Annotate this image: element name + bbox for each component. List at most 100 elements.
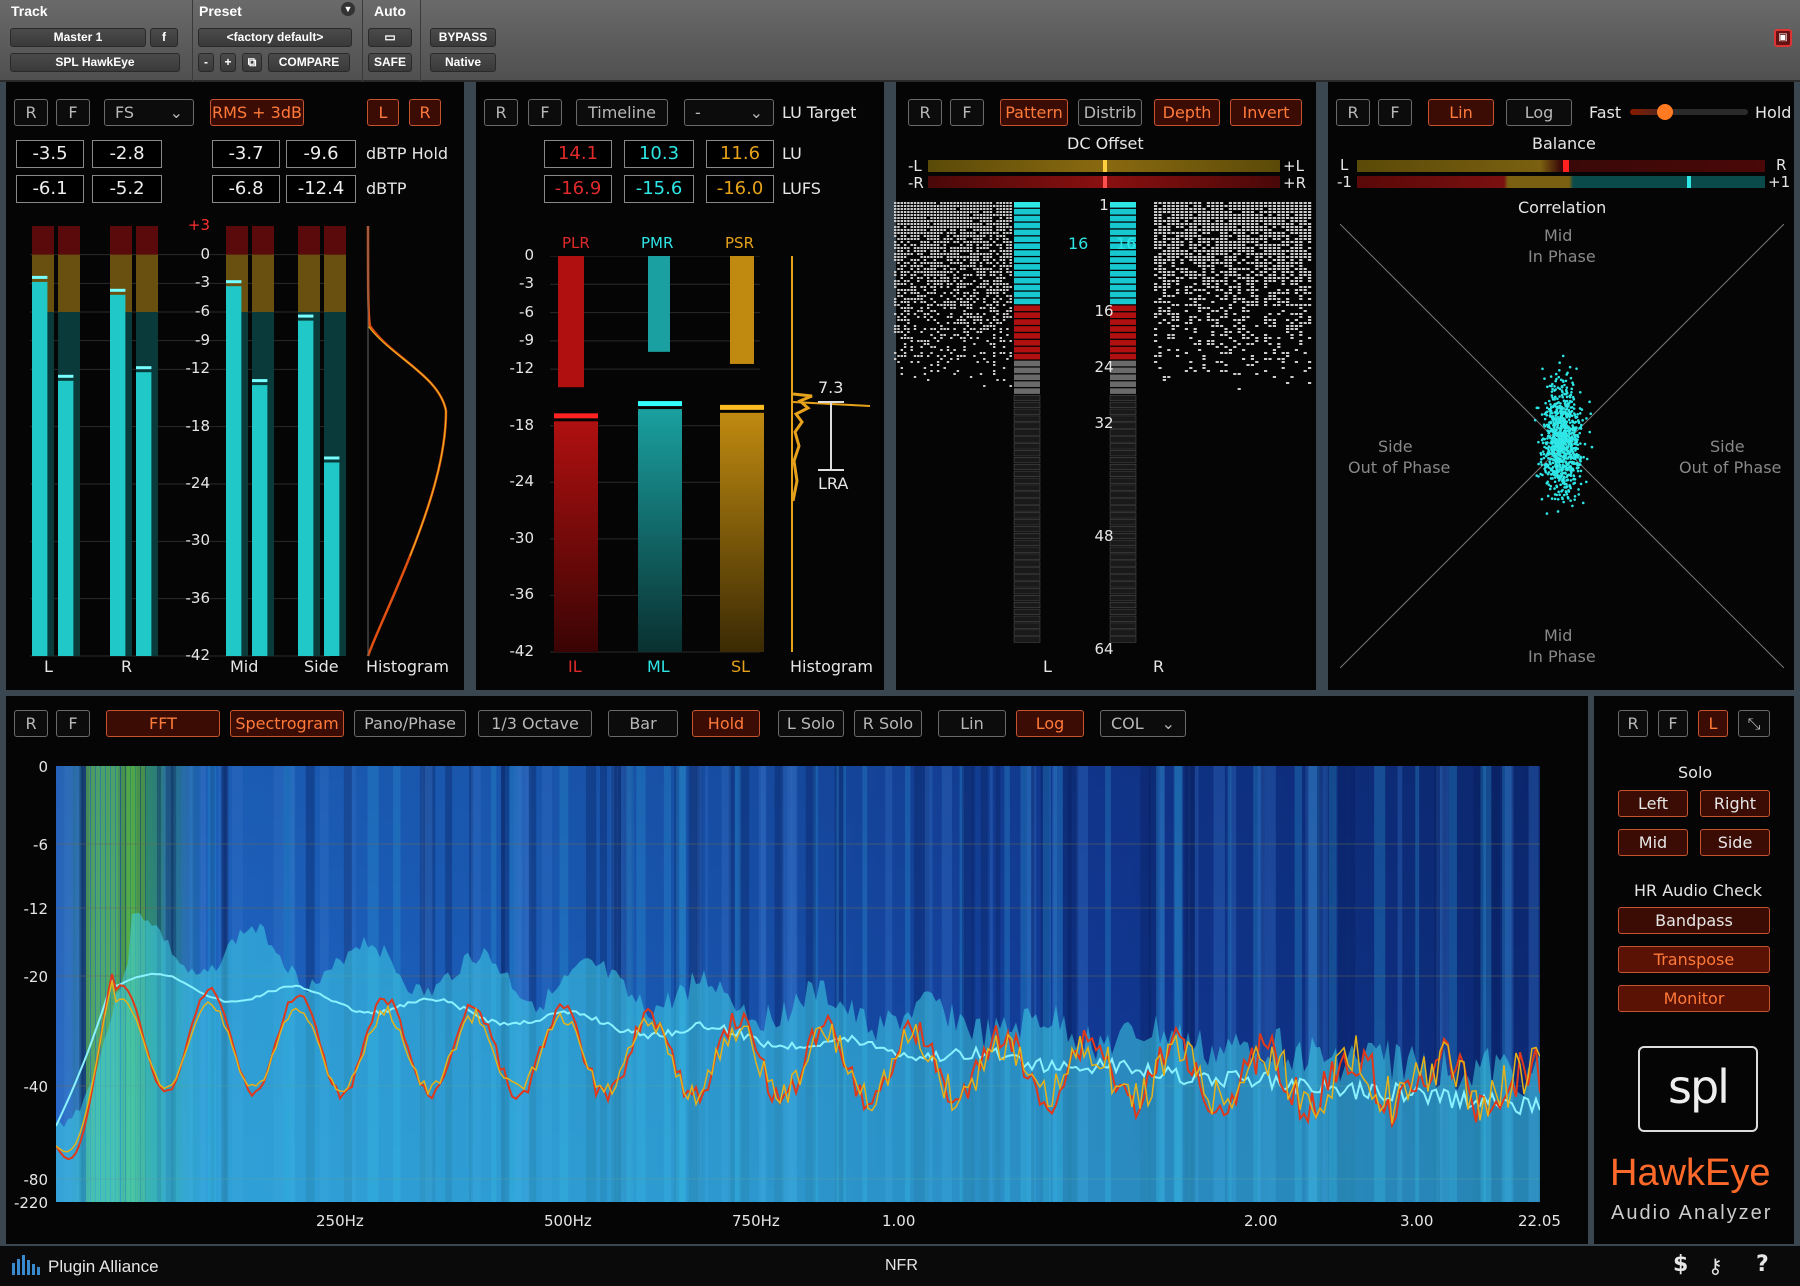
spec-lin-button[interactable]: Lin xyxy=(938,710,1006,737)
preset-menu-icon[interactable]: ▼ xyxy=(341,2,355,16)
chevron-down-icon: ⌄ xyxy=(169,103,183,122)
bandpass-button[interactable]: Bandpass xyxy=(1618,907,1770,934)
spec-log-button[interactable]: Log xyxy=(1016,710,1084,737)
spec-f-button[interactable]: F xyxy=(56,710,90,737)
level-l-button[interactable]: L xyxy=(367,99,399,126)
balance-r: R xyxy=(1776,156,1787,174)
hold-side: -9.6 xyxy=(286,140,356,168)
dc-r-plus: +R xyxy=(1283,174,1306,192)
rms-button[interactable]: RMS + 3dB xyxy=(210,99,304,126)
monitor-button[interactable]: Monitor xyxy=(1618,985,1770,1012)
solo-right-button[interactable]: Right xyxy=(1700,790,1770,817)
speed-slider[interactable] xyxy=(1630,104,1748,120)
dbtp-l: -6.1 xyxy=(16,175,84,203)
bit-cell xyxy=(1110,388,1136,394)
hold-button[interactable]: Hold xyxy=(692,710,760,737)
safe-button[interactable]: SAFE xyxy=(368,53,412,72)
bit-cell xyxy=(1013,450,1041,457)
l-solo-button[interactable]: L Solo xyxy=(778,710,844,737)
r-solo-button[interactable]: R Solo xyxy=(854,710,922,737)
auto-icon[interactable]: ▭ xyxy=(368,28,412,47)
compare-button[interactable]: COMPARE xyxy=(268,53,350,72)
auto-label: Auto xyxy=(374,3,406,19)
ml-label: ML xyxy=(647,657,670,676)
bit-cell xyxy=(1014,346,1040,353)
level-scale-tick: -18 xyxy=(185,416,211,435)
il-label: IL xyxy=(568,657,582,676)
key-icon[interactable]: ⚷ xyxy=(1708,1254,1723,1278)
loud-r-button[interactable]: R xyxy=(484,99,518,126)
side-r-button[interactable]: R xyxy=(1618,710,1648,737)
window-icon[interactable]: ▣ xyxy=(1774,29,1792,47)
bar-button[interactable]: Bar xyxy=(608,710,678,737)
solo-side-button[interactable]: Side xyxy=(1700,829,1770,856)
lin-button[interactable]: Lin xyxy=(1428,99,1494,126)
bit-cell xyxy=(1013,546,1041,553)
lu-target-dropdown[interactable]: - ⌄ xyxy=(684,99,774,126)
bypass-button[interactable]: BYPASS xyxy=(430,28,496,47)
loud-f-button[interactable]: F xyxy=(528,99,562,126)
plugin-select[interactable]: SPL HawkEye xyxy=(10,53,180,72)
pano-phase-button[interactable]: Pano/Phase xyxy=(354,710,466,737)
bit-cell xyxy=(1110,215,1136,222)
side-l-button[interactable]: L xyxy=(1698,710,1728,737)
dbtp-mid: -6.8 xyxy=(212,175,280,203)
depth-button[interactable]: Depth xyxy=(1154,99,1220,126)
bits-r-button[interactable]: R xyxy=(908,99,942,126)
copy-icon[interactable]: ⧉ xyxy=(242,53,262,72)
track-select[interactable]: Master 1 xyxy=(10,28,146,47)
bit-cell xyxy=(1013,394,1041,402)
spec-r-button[interactable]: R xyxy=(14,710,48,737)
distrib-button[interactable]: Distrib xyxy=(1078,99,1142,126)
bit-cell xyxy=(1109,401,1137,408)
phase-r-button[interactable]: R xyxy=(1336,99,1370,126)
preset-select[interactable]: <factory default> xyxy=(198,28,352,47)
native-button[interactable]: Native xyxy=(430,53,496,72)
bit-cell xyxy=(1109,608,1137,615)
bits-f-button[interactable]: F xyxy=(950,99,984,126)
invert-button[interactable]: Invert xyxy=(1230,99,1302,126)
octave-button[interactable]: 1/3 Octave xyxy=(478,710,592,737)
transpose-button[interactable]: Transpose xyxy=(1618,946,1770,973)
bit-cell xyxy=(1014,367,1040,374)
bit-cell xyxy=(1109,567,1137,574)
log-button[interactable]: Log xyxy=(1506,99,1572,126)
dollar-icon[interactable]: $ xyxy=(1673,1252,1688,1277)
bit-cell xyxy=(1109,560,1137,567)
spectrum-y-tick: -12 xyxy=(23,900,49,918)
solo-mid-button[interactable]: Mid xyxy=(1618,829,1688,856)
bit-cell xyxy=(1110,284,1136,291)
spectrogram-button[interactable]: Spectrogram xyxy=(230,710,344,737)
preset-next-button[interactable]: + xyxy=(220,53,236,72)
help-icon[interactable]: ? xyxy=(1756,1252,1769,1277)
solo-left-button[interactable]: Left xyxy=(1618,790,1688,817)
dc-offset-r-bar xyxy=(928,176,1280,188)
level-r-button[interactable]: R xyxy=(14,99,48,126)
bit-cell xyxy=(1013,601,1041,609)
chevron-down-icon: ⌄ xyxy=(1161,714,1175,733)
lufs-sl: -16.0 xyxy=(706,175,774,203)
meter-amber-zone xyxy=(324,254,346,312)
pattern-button[interactable]: Pattern xyxy=(1000,99,1068,126)
track-f-button[interactable]: f xyxy=(150,28,178,47)
level-f-button[interactable]: F xyxy=(56,99,90,126)
bit-cell xyxy=(1014,271,1040,277)
il-bar xyxy=(554,421,598,652)
side-f-button[interactable]: F xyxy=(1658,710,1688,737)
level-rr-button[interactable]: R xyxy=(409,99,441,126)
loud-scale-tick: -42 xyxy=(509,642,535,660)
spectrum-y-tick: -220 xyxy=(13,1194,48,1212)
fft-button[interactable]: FFT xyxy=(106,710,220,737)
bit-cell xyxy=(1013,553,1041,560)
phase-f-button[interactable]: F xyxy=(1378,99,1412,126)
fs-dropdown[interactable]: FS ⌄ xyxy=(104,99,194,126)
timeline-button[interactable]: Timeline xyxy=(576,99,668,126)
bit-cell xyxy=(1014,326,1040,332)
bit-cell xyxy=(1109,491,1137,498)
spectrum-display xyxy=(56,766,1540,1202)
bit-cell xyxy=(1109,470,1137,477)
collapse-icon[interactable]: ⤡ xyxy=(1738,710,1770,737)
spectrum-x-tick: 1.00 xyxy=(882,1212,916,1230)
col-dropdown[interactable]: COL ⌄ xyxy=(1100,710,1186,737)
preset-prev-button[interactable]: - xyxy=(198,53,214,72)
